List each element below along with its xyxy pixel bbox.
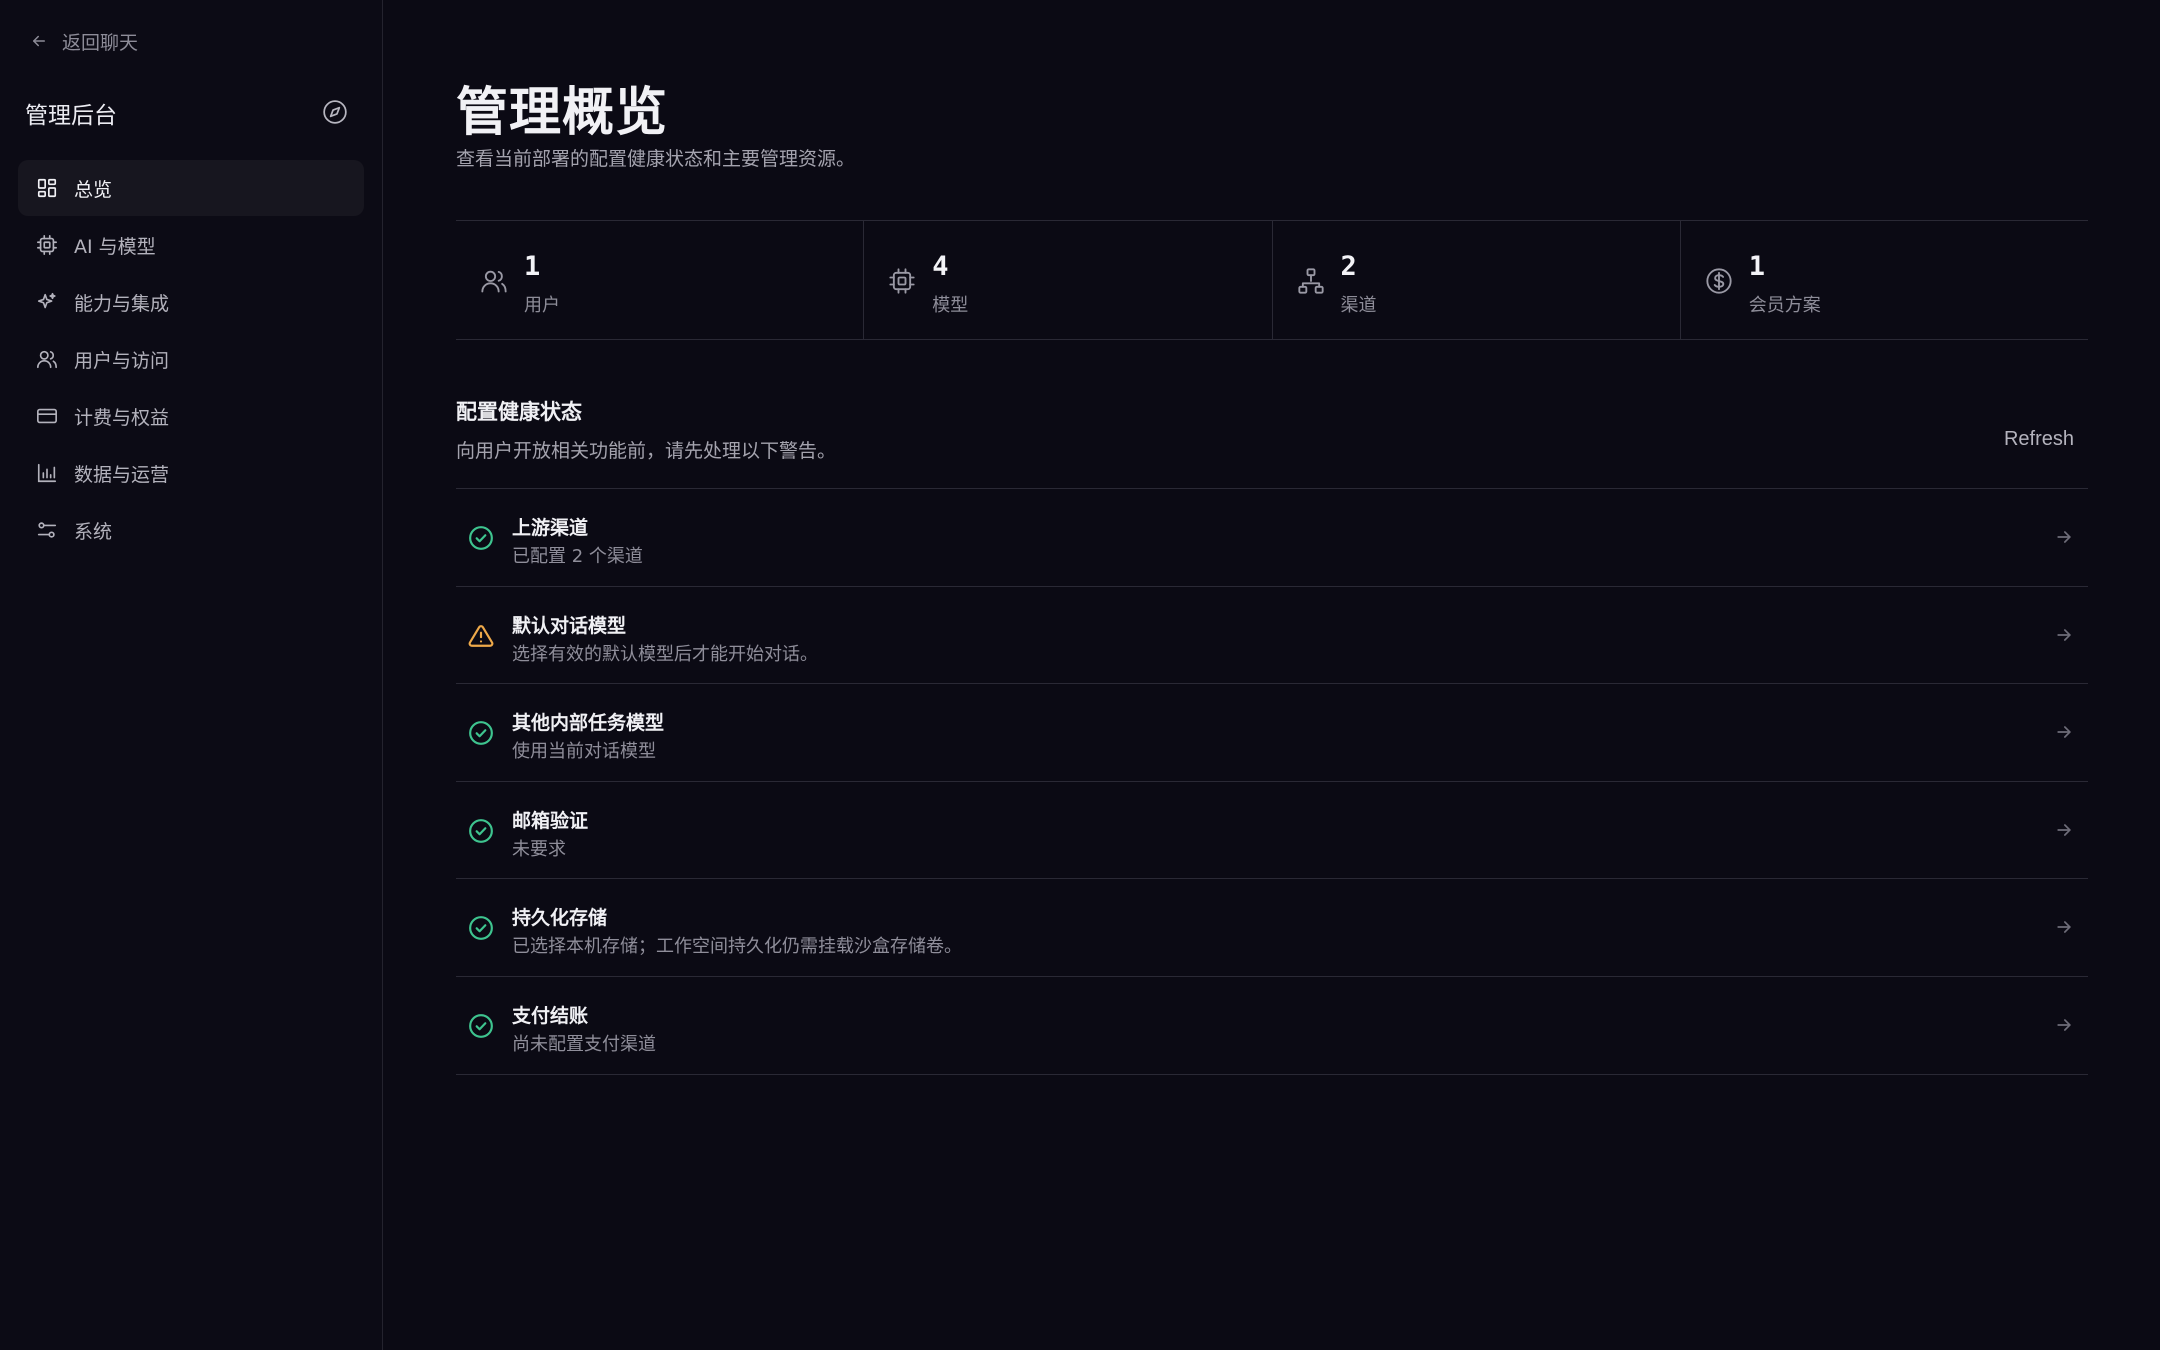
check-description: 使用当前对话模型 — [512, 741, 656, 763]
sidebar-item-users-access[interactable]: 用户与访问 — [18, 331, 364, 387]
stat-value: 4 — [932, 251, 949, 282]
page-subtitle: 查看当前部署的配置健康状态和主要管理资源。 — [456, 148, 856, 170]
dashboard-icon — [37, 178, 57, 198]
arrow-right-icon — [2057, 726, 2071, 739]
sidebar-nav: 总览 AI 与模型 能力与集成 用户与访问 计费与权益 数据与运营 系统 — [18, 160, 364, 559]
check-description: 已选择本机存储；工作空间持久化仍需挂载沙盒存储卷。 — [512, 936, 962, 958]
check-description: 选择有效的默认模型后才能开始对话。 — [512, 643, 818, 665]
stats-bar: 1 用户 4 模型 2 渠道 1 会员方案 — [456, 220, 2088, 340]
sidebar-item-capabilities[interactable]: 能力与集成 — [18, 274, 364, 330]
health-check-list: 上游渠道 已配置 2 个渠道 默认对话模型 选择有效的默认模型后才能开始对话。 … — [456, 488, 2088, 1075]
stat-models: 4 模型 — [864, 221, 1273, 339]
check-description: 尚未配置支付渠道 — [512, 1033, 656, 1055]
check-title: 持久化存储 — [512, 907, 608, 930]
dollar-circle-icon — [1706, 268, 1732, 294]
stat-channels: 2 渠道 — [1273, 221, 1681, 339]
arrow-right-icon — [2057, 531, 2071, 543]
sidebar: 返回聊天 管理后台 总览 AI 与模型 能力与集成 用户与访问 计费与权益 数据… — [0, 0, 383, 1350]
sidebar-item-label: 系统 — [74, 520, 113, 543]
check-title: 上游渠道 — [512, 517, 589, 539]
check-circle-icon — [469, 818, 493, 843]
sidebar-item-label: 数据与运营 — [74, 463, 170, 486]
stat-users: 1 用户 — [456, 221, 865, 339]
arrow-right-icon — [2057, 1019, 2071, 1031]
stat-label: 用户 — [524, 295, 560, 316]
sidebar-item-ai-models[interactable]: AI 与模型 — [18, 217, 364, 273]
stat-label: 模型 — [932, 295, 969, 316]
bar-chart-icon — [37, 463, 57, 483]
credit-card-icon — [37, 408, 57, 424]
check-email-verification[interactable]: 邮箱验证 未要求 — [456, 782, 2088, 880]
compass-icon[interactable] — [322, 99, 348, 125]
sidebar-item-label: 计费与权益 — [74, 406, 170, 429]
sidebar-item-label: 总览 — [74, 178, 113, 201]
check-title: 支付结账 — [512, 1004, 589, 1027]
back-to-chat-link[interactable]: 返回聊天 — [30, 26, 138, 56]
sidebar-item-data-ops[interactable]: 数据与运营 — [18, 445, 364, 501]
cpu-chip-icon — [37, 235, 57, 255]
sidebar-item-label: 能力与集成 — [74, 292, 170, 315]
cpu-chip-icon — [889, 268, 915, 294]
check-circle-icon — [469, 1014, 493, 1038]
check-circle-icon — [469, 526, 493, 550]
sidebar-item-billing[interactable]: 计费与权益 — [18, 388, 364, 444]
check-default-chat-model[interactable]: 默认对话模型 选择有效的默认模型后才能开始对话。 — [456, 587, 2088, 685]
stat-value: 2 — [1340, 251, 1357, 282]
check-persistent-storage[interactable]: 持久化存储 已选择本机存储；工作空间持久化仍需挂载沙盒存储卷。 — [456, 879, 2088, 977]
check-circle-icon — [469, 721, 493, 746]
health-section-title: 配置健康状态 — [456, 400, 582, 424]
check-internal-task-models[interactable]: 其他内部任务模型 使用当前对话模型 — [456, 684, 2088, 782]
stat-value: 1 — [524, 251, 541, 282]
arrow-right-icon — [2057, 921, 2071, 934]
stat-value: 1 — [1748, 251, 1766, 282]
arrow-right-icon — [2057, 628, 2071, 641]
arrow-right-icon — [2057, 823, 2071, 836]
sidebar-item-label: AI 与模型 — [74, 235, 156, 258]
arrow-left-icon — [33, 35, 45, 47]
check-upstream-channels[interactable]: 上游渠道 已配置 2 个渠道 — [456, 489, 2088, 587]
stat-plans: 1 会员方案 — [1681, 221, 2088, 339]
check-description: 已配置 2 个渠道 — [512, 546, 643, 567]
sparkles-icon — [37, 292, 56, 309]
network-icon — [1297, 268, 1324, 294]
check-title: 邮箱验证 — [512, 809, 589, 832]
check-description: 未要求 — [512, 838, 566, 860]
users-icon — [481, 270, 507, 293]
sidebar-item-system[interactable]: 系统 — [18, 502, 364, 558]
stat-label: 渠道 — [1340, 295, 1377, 316]
users-icon — [37, 350, 57, 369]
stat-label: 会员方案 — [1748, 295, 1821, 316]
check-payment-checkout[interactable]: 支付结账 尚未配置支付渠道 — [456, 977, 2088, 1075]
warning-triangle-icon — [468, 624, 494, 647]
sliders-icon — [37, 522, 57, 538]
health-section-subtitle: 向用户开放相关功能前，请先处理以下警告。 — [456, 440, 837, 462]
page-title: 管理概览 — [456, 82, 669, 143]
check-circle-icon — [469, 916, 493, 941]
check-title: 默认对话模型 — [512, 614, 627, 637]
refresh-button[interactable]: Refresh — [2004, 424, 2074, 454]
back-to-chat-label: 返回聊天 — [62, 31, 139, 54]
sidebar-item-overview[interactable]: 总览 — [18, 160, 364, 216]
sidebar-item-label: 用户与访问 — [74, 349, 170, 372]
check-title: 其他内部任务模型 — [512, 712, 665, 735]
sidebar-title: 管理后台 — [25, 103, 117, 129]
